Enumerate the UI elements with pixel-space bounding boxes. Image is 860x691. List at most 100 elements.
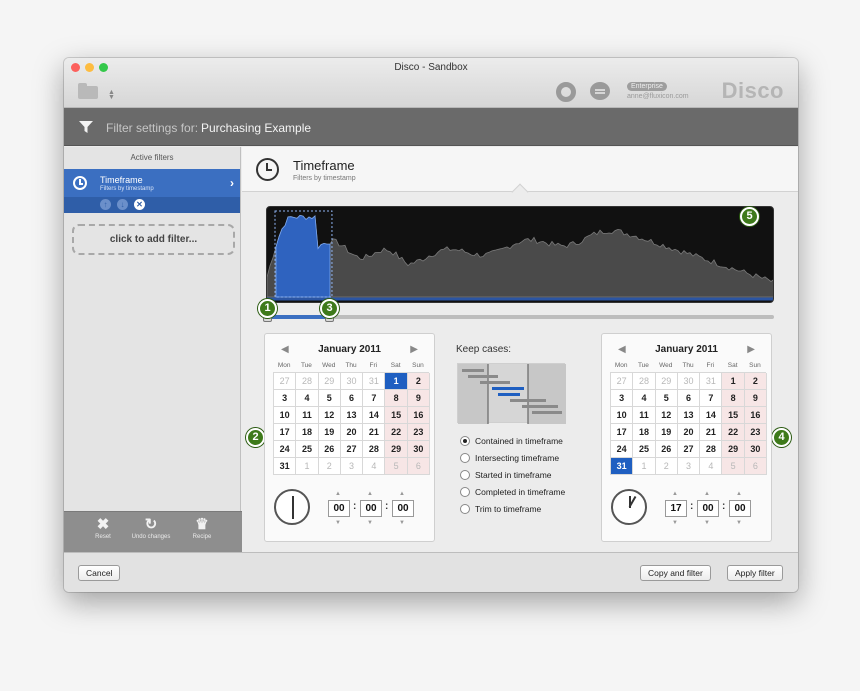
calendar-day[interactable]: 8 xyxy=(722,390,745,407)
calendar-day[interactable]: 5 xyxy=(318,390,341,407)
calendar-day[interactable]: 19 xyxy=(655,424,678,441)
sidebar-item-timeframe[interactable]: Timeframe Filters by timestamp › xyxy=(64,169,240,197)
calendar-day[interactable]: 27 xyxy=(677,441,701,458)
keep-contained-option[interactable]: Contained in timeframe xyxy=(460,436,563,446)
radio-started[interactable] xyxy=(460,470,470,480)
second-up-arrow[interactable]: ▲ xyxy=(736,491,742,497)
keep-intersecting-option[interactable]: Intersecting timeframe xyxy=(460,453,559,463)
radio-completed[interactable] xyxy=(460,487,470,497)
apply-filter-button[interactable]: Apply filter xyxy=(727,565,783,581)
calendar-day[interactable]: 30 xyxy=(677,373,701,390)
calendar-day[interactable]: 9 xyxy=(407,390,431,407)
cancel-button[interactable]: Cancel xyxy=(78,565,121,581)
calendar-day[interactable]: 15 xyxy=(722,407,745,424)
calendar-day[interactable]: 1 xyxy=(722,373,745,390)
start-minute-field[interactable]: 00 xyxy=(360,500,382,517)
calendar-day[interactable]: 5 xyxy=(385,458,408,475)
calendar-day[interactable]: 4 xyxy=(633,390,656,407)
folder-icon[interactable] xyxy=(78,83,100,99)
calendar-day[interactable]: 6 xyxy=(677,390,701,407)
end-minute-field[interactable]: 00 xyxy=(697,500,719,517)
calendar-day[interactable]: 30 xyxy=(340,373,364,390)
radio-contained[interactable] xyxy=(460,436,470,446)
calendar-day[interactable]: 27 xyxy=(274,373,297,390)
copy-and-filter-button[interactable]: Copy and filter xyxy=(640,565,711,581)
calendar-day[interactable]: 29 xyxy=(318,373,341,390)
recipe-button[interactable]: ♛ Recipe xyxy=(172,516,232,540)
calendar-day[interactable]: 5 xyxy=(655,390,678,407)
minute-down-arrow[interactable]: ▼ xyxy=(704,520,710,526)
calendar-day[interactable]: 31 xyxy=(363,373,386,390)
keep-started-option[interactable]: Started in timeframe xyxy=(460,470,552,480)
calendar-day[interactable]: 17 xyxy=(611,424,634,441)
calendar-day[interactable]: 8 xyxy=(385,390,408,407)
calendar-day[interactable]: 6 xyxy=(407,458,431,475)
calendar-day[interactable]: 28 xyxy=(296,373,319,390)
calendar-day[interactable]: 20 xyxy=(340,424,364,441)
calendar-day[interactable]: 7 xyxy=(700,390,723,407)
calendar-day[interactable]: 20 xyxy=(677,424,701,441)
calendar-day[interactable]: 28 xyxy=(363,441,386,458)
calendar-day[interactable]: 31 xyxy=(611,458,634,475)
calendar-day[interactable]: 15 xyxy=(385,407,408,424)
calendar-day[interactable]: 31 xyxy=(274,458,297,475)
calendar-day[interactable]: 23 xyxy=(407,424,431,441)
remove-filter-icon[interactable]: ✕ xyxy=(134,199,145,210)
calendar-day[interactable]: 3 xyxy=(340,458,364,475)
timeframe-slider-track[interactable] xyxy=(266,315,774,319)
hour-up-arrow[interactable]: ▲ xyxy=(335,491,341,497)
calendar-day[interactable]: 30 xyxy=(407,441,431,458)
timeline-histogram[interactable] xyxy=(266,206,774,303)
chat-icon[interactable] xyxy=(590,82,610,100)
calendar-day[interactable]: 17 xyxy=(274,424,297,441)
help-lifebuoy-icon[interactable] xyxy=(556,82,576,102)
calendar-day[interactable]: 27 xyxy=(611,373,634,390)
calendar-day[interactable]: 27 xyxy=(340,441,364,458)
calendar-day[interactable]: 11 xyxy=(296,407,319,424)
calendar-day[interactable]: 3 xyxy=(274,390,297,407)
calendar-day[interactable]: 22 xyxy=(722,424,745,441)
calendar-day[interactable]: 4 xyxy=(296,390,319,407)
calendar-day[interactable]: 11 xyxy=(633,407,656,424)
hour-down-arrow[interactable]: ▼ xyxy=(335,520,341,526)
minute-up-arrow[interactable]: ▲ xyxy=(367,491,373,497)
calendar-day[interactable]: 10 xyxy=(611,407,634,424)
calendar-day[interactable]: 26 xyxy=(318,441,341,458)
calendar-day[interactable]: 28 xyxy=(700,441,723,458)
calendar-day[interactable]: 18 xyxy=(633,424,656,441)
calendar-day[interactable]: 1 xyxy=(633,458,656,475)
calendar-day[interactable]: 19 xyxy=(318,424,341,441)
next-month-button[interactable]: ▶ xyxy=(410,344,418,355)
calendar-day[interactable]: 14 xyxy=(363,407,386,424)
calendar-day[interactable]: 25 xyxy=(296,441,319,458)
second-up-arrow[interactable]: ▲ xyxy=(399,491,405,497)
radio-intersecting[interactable] xyxy=(460,453,470,463)
calendar-day[interactable]: 6 xyxy=(340,390,364,407)
calendar-day[interactable]: 9 xyxy=(744,390,768,407)
add-filter-button[interactable]: click to add filter... xyxy=(72,224,235,255)
calendar-day[interactable]: 13 xyxy=(677,407,701,424)
calendar-day[interactable]: 4 xyxy=(700,458,723,475)
calendar-day[interactable]: 25 xyxy=(633,441,656,458)
keep-trim-option[interactable]: Trim to timeframe xyxy=(460,504,541,514)
calendar-day[interactable]: 14 xyxy=(700,407,723,424)
calendar-day[interactable]: 26 xyxy=(655,441,678,458)
calendar-day[interactable]: 18 xyxy=(296,424,319,441)
calendar-day[interactable]: 28 xyxy=(633,373,656,390)
calendar-day[interactable]: 21 xyxy=(363,424,386,441)
hour-down-arrow[interactable]: ▼ xyxy=(672,520,678,526)
calendar-day[interactable]: 1 xyxy=(296,458,319,475)
calendar-day[interactable]: 12 xyxy=(318,407,341,424)
calendar-day[interactable]: 13 xyxy=(340,407,364,424)
calendar-day[interactable]: 6 xyxy=(744,458,768,475)
radio-trim[interactable] xyxy=(460,504,470,514)
calendar-day[interactable]: 16 xyxy=(744,407,768,424)
end-hour-field[interactable]: 17 xyxy=(665,500,687,517)
second-down-arrow[interactable]: ▼ xyxy=(399,520,405,526)
calendar-day[interactable]: 22 xyxy=(385,424,408,441)
calendar-day[interactable]: 29 xyxy=(722,441,745,458)
minute-down-arrow[interactable]: ▼ xyxy=(367,520,373,526)
chevron-updown-icon[interactable]: ▲ ▼ xyxy=(108,89,115,101)
calendar-day[interactable]: 10 xyxy=(274,407,297,424)
calendar-day[interactable]: 21 xyxy=(700,424,723,441)
